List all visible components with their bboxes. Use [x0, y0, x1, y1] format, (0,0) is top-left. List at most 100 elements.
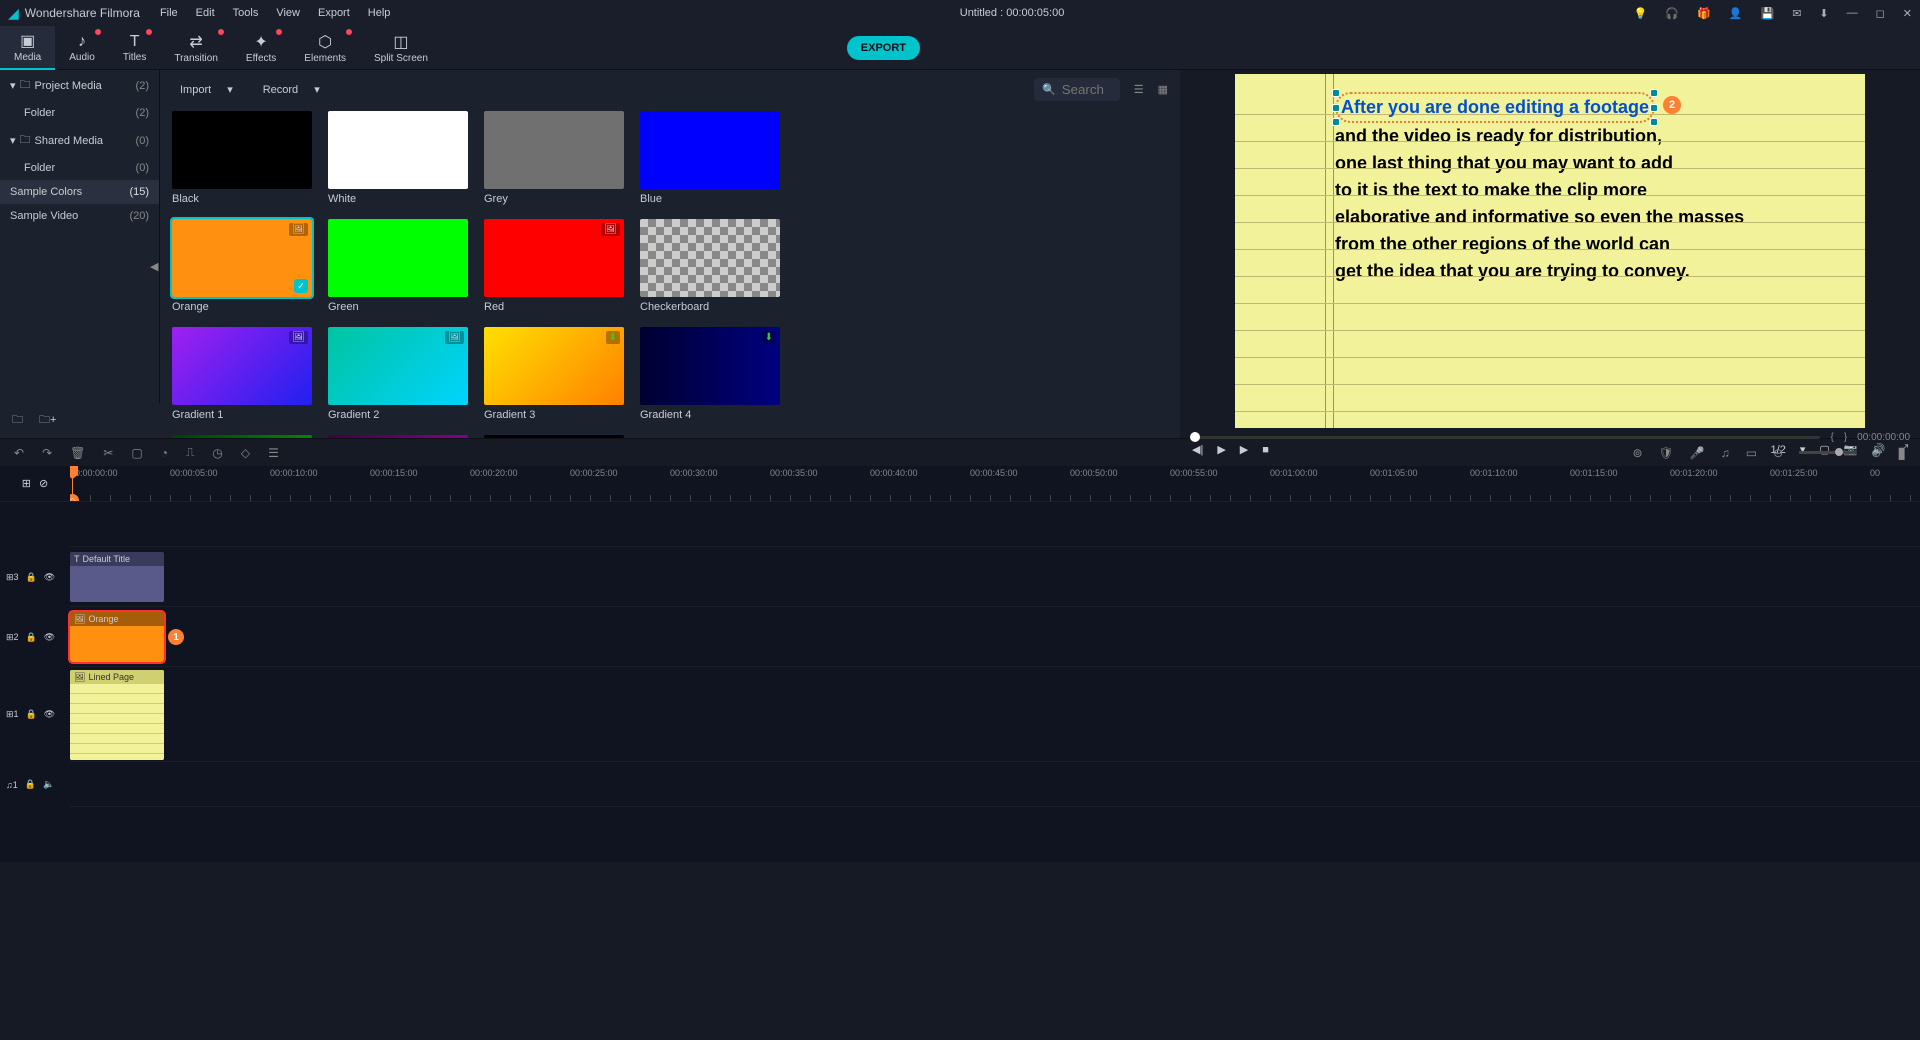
- scrub-thumb[interactable]: [1190, 432, 1200, 442]
- rect-icon[interactable]: ▭: [1746, 446, 1757, 460]
- sidebar-sample-video[interactable]: Sample Video(20): [0, 204, 159, 228]
- menu-file[interactable]: File: [160, 7, 178, 19]
- track-lane-a1[interactable]: [70, 762, 1920, 807]
- search-box[interactable]: 🔍: [1034, 78, 1120, 101]
- zoom-in-icon[interactable]: ⊕: [1871, 446, 1881, 460]
- marker-icon[interactable]: ◔: [161, 446, 168, 460]
- sidebar-folder-1[interactable]: Folder(2): [0, 101, 159, 125]
- swatch-gradient-5[interactable]: ⬇: [172, 435, 312, 438]
- resize-handle-icon[interactable]: [1650, 89, 1658, 97]
- grid-view-icon[interactable]: ▦: [1158, 83, 1168, 96]
- render-icon[interactable]: ⊚: [1632, 446, 1642, 460]
- track-lanes[interactable]: TDefault Title 🖼Orange 1 🖼Lined Page: [70, 502, 1920, 862]
- tab-media[interactable]: ▣Media: [0, 26, 55, 70]
- eye-icon[interactable]: 👁: [44, 572, 55, 583]
- preview-canvas[interactable]: After you are done editing a footage 2 a…: [1180, 70, 1920, 432]
- open-folder-icon[interactable]: 🗀: [12, 411, 23, 430]
- collapse-sidebar-icon[interactable]: ◀: [150, 260, 158, 273]
- freeze-icon[interactable]: ⎍: [186, 445, 194, 460]
- timeline-ruler[interactable]: ◇ 00:00:00:0000:00:05:0000:00:10:0000:00…: [70, 466, 1920, 501]
- lock-icon[interactable]: 🔒: [26, 632, 37, 643]
- sidebar-sample-colors[interactable]: Sample Colors(15): [0, 180, 159, 204]
- menu-help[interactable]: Help: [368, 7, 391, 19]
- swatch-gradient-2[interactable]: 🖼Gradient 2: [328, 327, 468, 421]
- save-icon[interactable]: 💾: [1761, 7, 1775, 20]
- tab-transition[interactable]: ⇄Transition: [160, 26, 232, 70]
- menu-view[interactable]: View: [276, 7, 300, 19]
- swatch-green[interactable]: Green: [328, 219, 468, 313]
- clip-default-title[interactable]: TDefault Title: [70, 552, 164, 602]
- next-frame-icon[interactable]: ▶: [1240, 443, 1248, 456]
- delete-icon[interactable]: 🗑: [70, 446, 85, 460]
- menu-export[interactable]: Export: [318, 7, 350, 19]
- swatch-gradient-6[interactable]: ⬇: [328, 435, 468, 438]
- swatch-gradient-3[interactable]: ⬇Gradient 3: [484, 327, 624, 421]
- link-icon[interactable]: ⊘: [39, 477, 48, 490]
- lock-icon[interactable]: 🔒: [25, 779, 36, 790]
- speed-icon[interactable]: ◷: [212, 446, 222, 460]
- mic-icon[interactable]: 🎤: [1690, 446, 1705, 460]
- resize-handle-icon[interactable]: [1650, 118, 1658, 126]
- headphones-icon[interactable]: 🎧: [1665, 7, 1679, 20]
- swatch-white[interactable]: White: [328, 111, 468, 205]
- record-dropdown[interactable]: Record▾: [255, 79, 328, 100]
- track-lane-2[interactable]: 🖼Orange 1: [70, 607, 1920, 667]
- tab-titles[interactable]: TTitles: [109, 26, 161, 70]
- snap-icon[interactable]: ⊞: [22, 477, 31, 490]
- eye-icon[interactable]: 👁: [44, 709, 55, 720]
- download-icon[interactable]: ⬇: [1819, 7, 1828, 20]
- music-icon[interactable]: ♫: [1721, 446, 1730, 460]
- minimize-icon[interactable]: —: [1847, 7, 1858, 19]
- close-icon[interactable]: ✕: [1903, 7, 1912, 20]
- shield-icon[interactable]: 🛡: [1659, 446, 1674, 460]
- undo-icon[interactable]: ↶: [14, 446, 24, 460]
- swatch-black[interactable]: Black: [172, 111, 312, 205]
- zoom-slider[interactable]: [1799, 451, 1855, 454]
- preview-scrubber[interactable]: { } 00:00:00:00: [1180, 432, 1920, 443]
- crop-icon[interactable]: ▢: [131, 446, 142, 460]
- marker-left-icon[interactable]: {: [1830, 432, 1833, 443]
- redo-icon[interactable]: ↷: [42, 446, 52, 460]
- mute-icon[interactable]: 🔈: [43, 779, 54, 790]
- scrub-track[interactable]: [1190, 436, 1820, 439]
- search-input[interactable]: [1062, 82, 1112, 97]
- user-icon[interactable]: 👤: [1729, 7, 1743, 20]
- swatch-blue[interactable]: Blue: [640, 111, 780, 205]
- add-folder-icon[interactable]: 🗀+: [39, 411, 56, 430]
- import-dropdown[interactable]: Import▾: [172, 79, 241, 100]
- stop-icon[interactable]: ■: [1262, 444, 1269, 456]
- menu-edit[interactable]: Edit: [196, 7, 215, 19]
- swatch-gradient-7[interactable]: 🖼: [484, 435, 624, 438]
- resize-handle-icon[interactable]: [1650, 104, 1658, 112]
- swatch-gradient-4[interactable]: ⬇Gradient 4: [640, 327, 780, 421]
- resize-handle-icon[interactable]: [1332, 104, 1340, 112]
- clip-lined-page[interactable]: 🖼Lined Page: [70, 670, 164, 760]
- swatch-orange[interactable]: 🖼✓Orange: [172, 219, 312, 313]
- swatch-checkerboard[interactable]: Checkerboard: [640, 219, 780, 313]
- marker-right-icon[interactable]: }: [1844, 432, 1847, 443]
- export-button[interactable]: EXPORT: [847, 36, 920, 60]
- sidebar-shared-media[interactable]: ▾🗀Shared Media(0): [0, 125, 159, 156]
- track-lane-1[interactable]: 🖼Lined Page: [70, 667, 1920, 762]
- tab-effects[interactable]: ✦Effects: [232, 26, 290, 70]
- lock-icon[interactable]: 🔒: [26, 572, 37, 583]
- cut-icon[interactable]: ✂: [103, 446, 113, 460]
- filter-icon[interactable]: ☰: [1134, 83, 1144, 96]
- lock-icon[interactable]: 🔒: [26, 709, 37, 720]
- mail-icon[interactable]: ✉: [1792, 7, 1801, 20]
- bulb-icon[interactable]: 💡: [1634, 7, 1648, 20]
- keyframe-icon[interactable]: ◇: [241, 446, 250, 460]
- sidebar-folder-2[interactable]: Folder(0): [0, 156, 159, 180]
- resize-handle-icon[interactable]: [1332, 89, 1340, 97]
- resize-handle-icon[interactable]: [1332, 118, 1340, 126]
- tab-split-screen[interactable]: ◫Split Screen: [360, 26, 442, 70]
- selected-text-box[interactable]: After you are done editing a footage 2: [1335, 92, 1655, 123]
- gift-icon[interactable]: 🎁: [1697, 7, 1711, 20]
- tab-audio[interactable]: ♪Audio: [55, 26, 109, 70]
- zoom-fit-icon[interactable]: ▮: [1897, 443, 1906, 463]
- menu-tools[interactable]: Tools: [233, 7, 259, 19]
- clip-orange[interactable]: 🖼Orange: [70, 612, 164, 662]
- swatch-red[interactable]: 🖼Red: [484, 219, 624, 313]
- track-lane-3[interactable]: TDefault Title: [70, 547, 1920, 607]
- zoom-out-icon[interactable]: ⊖: [1773, 446, 1783, 460]
